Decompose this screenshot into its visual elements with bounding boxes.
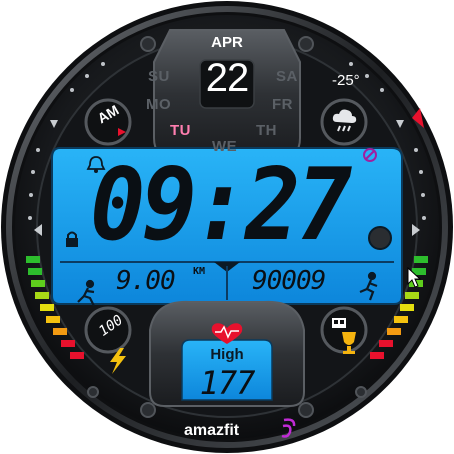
distance-value: 9.00 [116,266,176,296]
heart-rate-value: 177 [199,364,256,402]
weekday-tu: TU [170,122,191,139]
distance-unit: KM [193,266,206,277]
weekday-sa: SA [276,68,298,85]
temperature-value: -25° [332,72,360,89]
heart-rate-label: High [210,346,244,363]
day-number: 22 [205,56,250,100]
time-hours: 09 [90,146,197,263]
weekday-mo: MO [146,96,172,113]
month-label: APR [211,34,243,51]
weekday-fr: FR [272,96,293,113]
brand-label: amazfit [184,422,240,439]
weekday-su: SU [148,68,170,85]
watch-face: APR 22 SU MO TU WE TH FR SA AM -25° 09:2… [0,0,454,454]
weekday-th: TH [256,122,277,139]
time-colon: : [193,146,248,263]
seconds-dot [368,226,392,250]
time-minutes: 27 [245,146,352,263]
steps-value: 90009 [252,266,326,296]
time-display: 09:27 [90,150,357,260]
trophy-pod [320,306,368,354]
